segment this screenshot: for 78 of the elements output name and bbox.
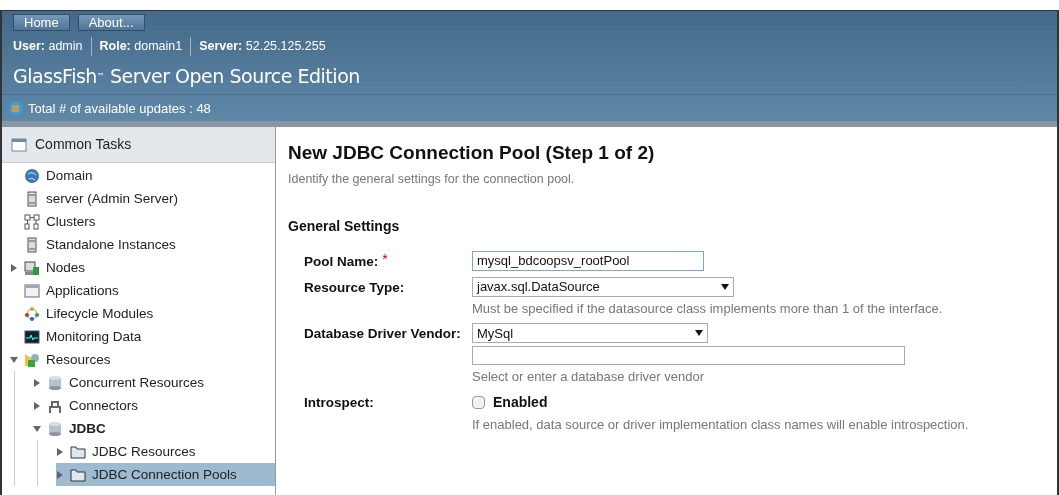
folder-icon bbox=[70, 466, 86, 483]
tree-item-label: Monitoring Data bbox=[46, 327, 142, 346]
folder-icon bbox=[70, 443, 86, 460]
tree-item[interactable]: Resources bbox=[10, 348, 275, 372]
required-mark: * bbox=[382, 251, 388, 266]
expanded-caret-icon[interactable] bbox=[10, 355, 18, 364]
tree-item[interactable]: JDBC Resources bbox=[56, 440, 275, 464]
server-icon bbox=[24, 236, 40, 253]
page-title: New JDBC Connection Pool (Step 1 of 2) bbox=[288, 141, 656, 166]
user-info: Server: 52.25.125.255 bbox=[199, 38, 326, 55]
server-icon bbox=[24, 190, 40, 207]
tree-item[interactable]: JDBC Connection Pools bbox=[56, 463, 275, 487]
user-info: User: admin bbox=[13, 38, 83, 55]
field-label: Introspect: bbox=[304, 393, 374, 412]
tree-item-label: JDBC Connection Pools bbox=[92, 465, 237, 484]
vendor-dropdown[interactable]: MySql bbox=[472, 323, 708, 344]
tree-item-label: Concurrent Resources bbox=[69, 373, 205, 392]
expanded-caret-icon[interactable] bbox=[33, 424, 41, 433]
sidebar-title: Common Tasks bbox=[35, 135, 132, 155]
tree-item-label: server (Admin Server) bbox=[46, 189, 179, 208]
collapsed-caret-icon[interactable] bbox=[56, 447, 64, 456]
updates-text: Total # of available updates : 48 bbox=[28, 99, 211, 118]
tree-item[interactable]: Concurrent Resources bbox=[33, 371, 275, 395]
monitor-icon bbox=[24, 328, 40, 345]
tree-item[interactable]: Nodes bbox=[10, 256, 275, 280]
tree-item[interactable]: JDBC bbox=[33, 417, 275, 441]
dropdown-caret-icon bbox=[695, 329, 703, 338]
product-title: GlassFish$^{™}$ Server Open Source Edition bbox=[12, 63, 361, 89]
tree-item[interactable]: Standalone Instances bbox=[10, 233, 275, 257]
page-description: Identify the general settings for the connection pool. bbox=[288, 170, 576, 188]
help-text: Select or enter a database driver vendor bbox=[472, 368, 705, 387]
tree-item-label: Connectors bbox=[69, 396, 139, 415]
resources-icon bbox=[24, 351, 40, 368]
database-icon bbox=[47, 420, 63, 437]
collapsed-caret-icon[interactable] bbox=[33, 378, 41, 387]
collapsed-caret-icon[interactable] bbox=[56, 470, 64, 479]
field-label: Pool Name: bbox=[304, 252, 379, 271]
tree-item[interactable]: Domain bbox=[10, 164, 275, 188]
resource-type-dropdown[interactable]: javax.sql.DataSource bbox=[472, 276, 734, 297]
tree-item-label: Clusters bbox=[46, 212, 96, 231]
vendor-input-field[interactable] bbox=[472, 346, 905, 366]
field-label: Resource Type: bbox=[304, 278, 405, 297]
window-icon bbox=[24, 282, 40, 299]
sidebar-header[interactable]: Common Tasks bbox=[2, 127, 275, 164]
table-icon bbox=[11, 136, 27, 153]
cluster-icon bbox=[24, 213, 40, 230]
field-label: Database Driver Vendor: bbox=[304, 325, 461, 344]
tree-item[interactable]: Clusters bbox=[10, 210, 275, 234]
tree-item[interactable]: Lifecycle Modules bbox=[10, 302, 275, 326]
collapsed-caret-icon[interactable] bbox=[33, 401, 41, 410]
update-icon bbox=[8, 100, 24, 117]
tree-item-label: Nodes bbox=[46, 258, 86, 277]
enabled-label: Enabled bbox=[493, 392, 548, 412]
nav-button[interactable]: Home bbox=[13, 14, 70, 31]
section-title: General Settings bbox=[288, 216, 401, 236]
tree-item[interactable]: Connectors bbox=[33, 394, 275, 418]
dropdown-caret-icon bbox=[721, 282, 729, 291]
tree-item-label: Lifecycle Modules bbox=[46, 304, 154, 323]
cycle-icon bbox=[24, 305, 40, 322]
collapsed-caret-icon[interactable] bbox=[10, 263, 18, 272]
tree-item-label: Resources bbox=[46, 350, 111, 369]
tree-item[interactable]: Monitoring Data bbox=[10, 325, 275, 349]
pool-name-field[interactable]: mysql_bdcoopsv_rootPool bbox=[472, 250, 704, 271]
tree-item-label: Applications bbox=[46, 281, 119, 300]
help-text: Must be specified if the datasource class implements more than 1 of the interface. bbox=[472, 299, 943, 318]
computer-icon bbox=[24, 259, 40, 276]
user-info: Role: domain1 bbox=[99, 38, 183, 55]
tree-item[interactable]: Applications bbox=[10, 279, 275, 303]
enabled-checkbox[interactable] bbox=[472, 395, 485, 409]
tree-item-label: JDBC Resources bbox=[92, 442, 196, 461]
database-icon bbox=[47, 374, 63, 391]
tree-item-label: JDBC bbox=[69, 419, 106, 438]
tree-item-label: Domain bbox=[46, 166, 93, 185]
globe-icon bbox=[24, 167, 40, 184]
tree-item-label: Standalone Instances bbox=[46, 235, 176, 254]
tree-item[interactable]: server (Admin Server) bbox=[10, 187, 275, 211]
nav-button[interactable]: About... bbox=[77, 14, 145, 31]
help-text: If enabled, data source or driver implementation class names will enable introspection. bbox=[472, 415, 969, 434]
